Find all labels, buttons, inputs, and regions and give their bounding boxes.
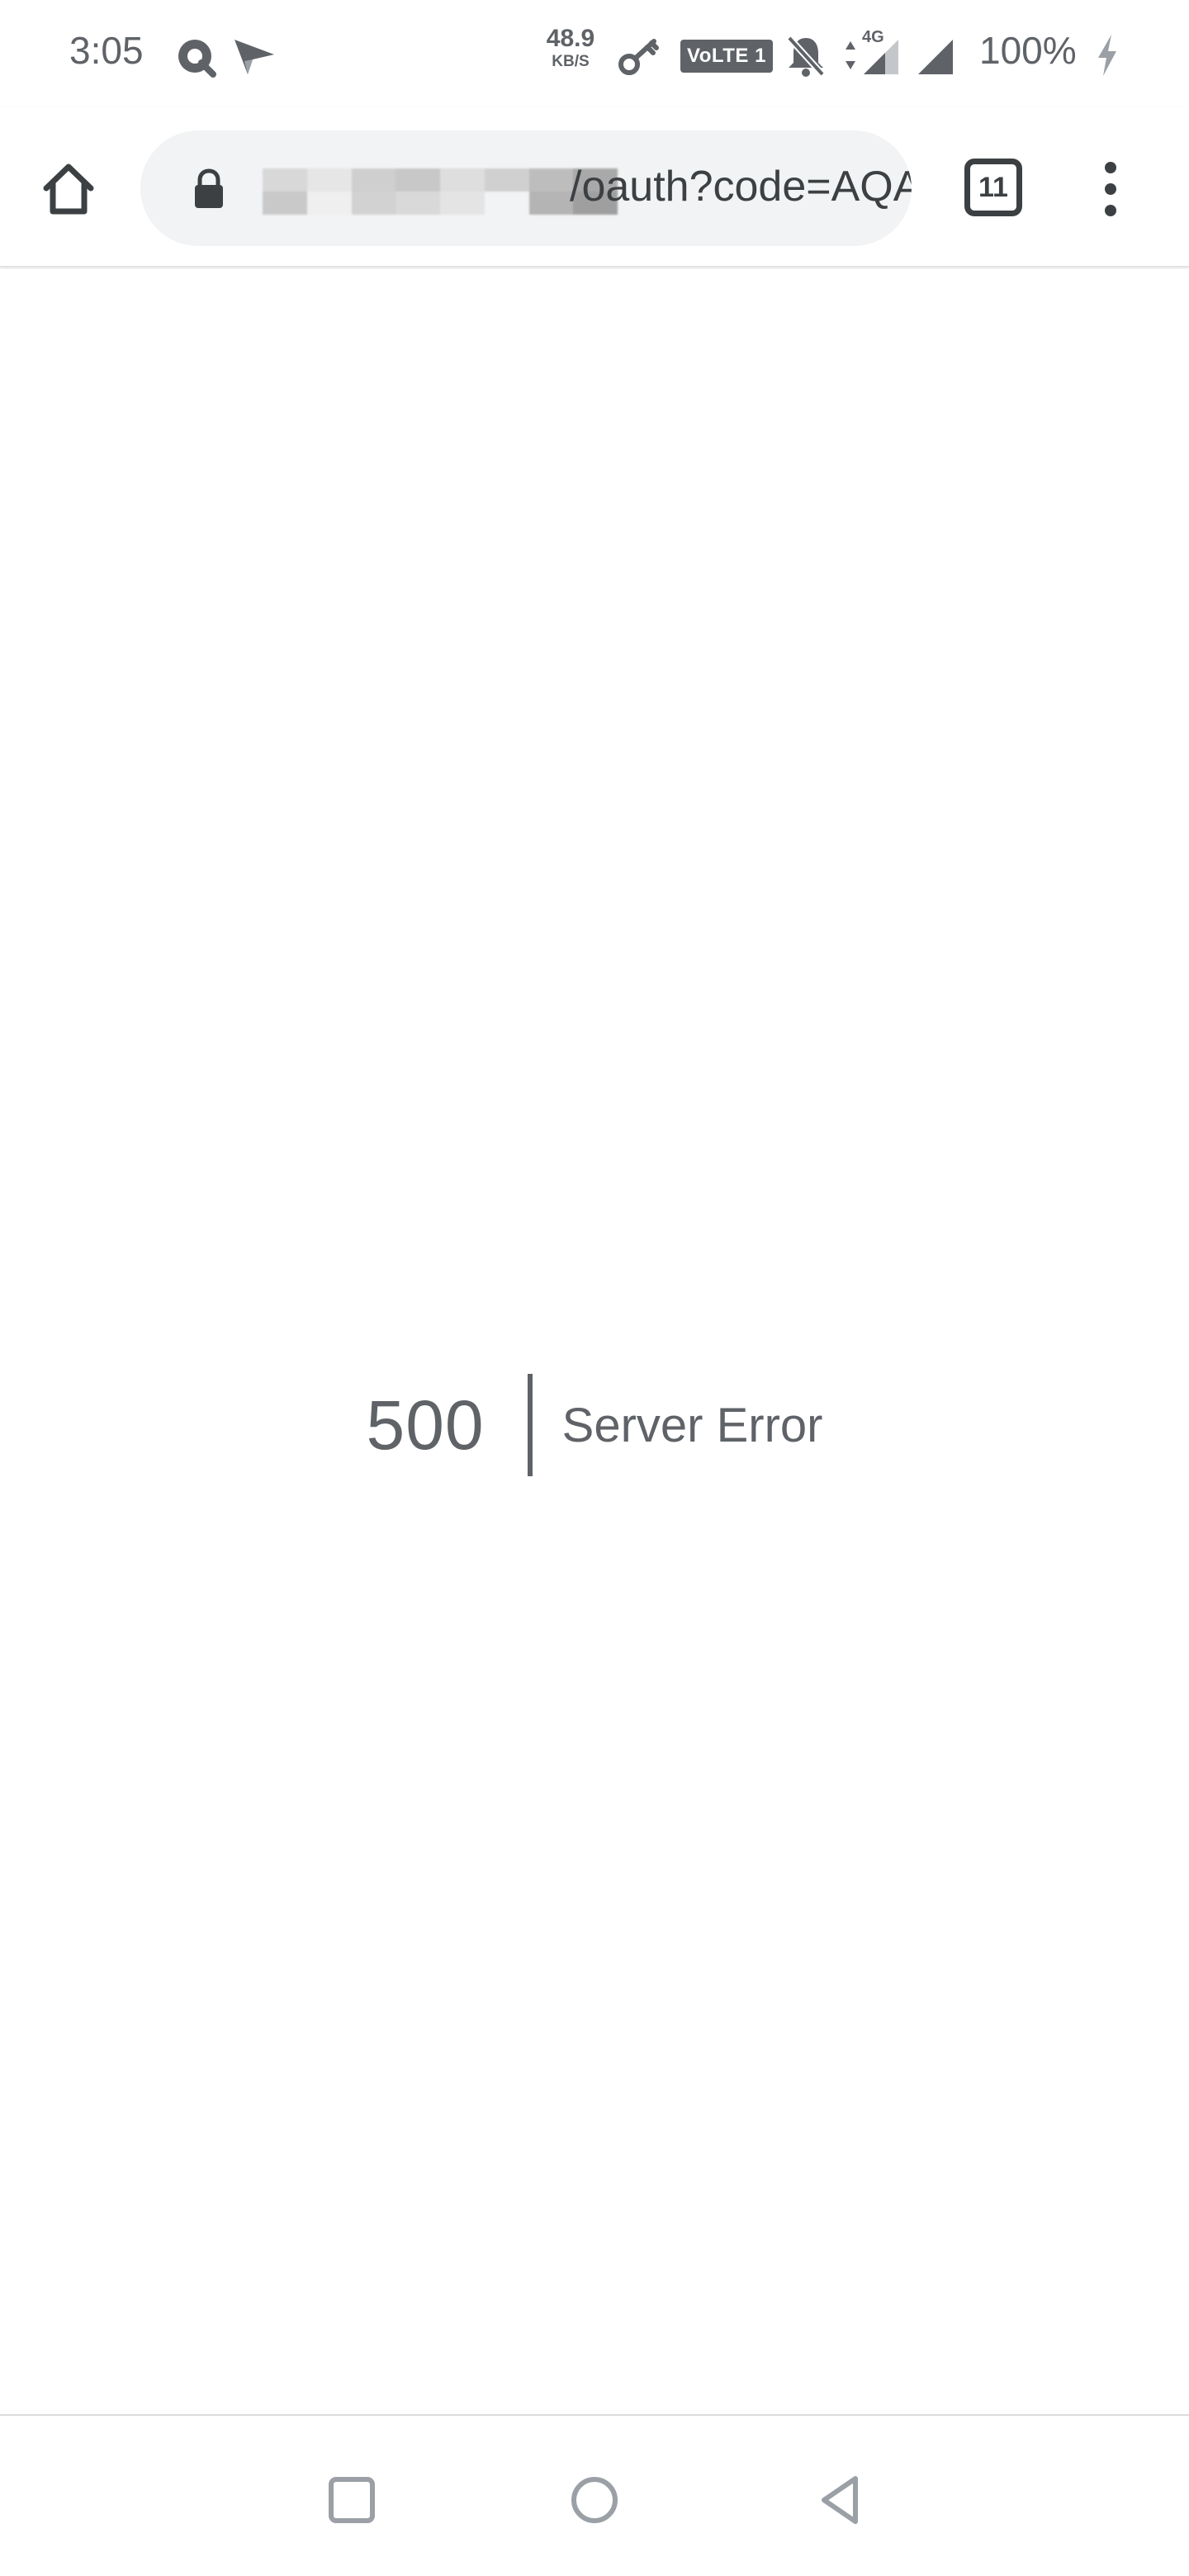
key-icon	[618, 39, 659, 75]
tab-count: 11	[978, 171, 1008, 203]
home-button[interactable]	[33, 154, 104, 225]
net-speed-value: 48.9	[546, 25, 595, 52]
data-arrows-icon	[846, 41, 855, 69]
recents-button[interactable]	[319, 2467, 385, 2533]
system-nav-bar	[0, 2414, 1189, 2576]
nav-home-button[interactable]	[561, 2467, 628, 2533]
tab-switcher-button[interactable]: 11	[964, 159, 1022, 216]
more-vert-icon[interactable]	[1090, 154, 1131, 225]
volte-badge: VoLTE 1	[680, 40, 773, 73]
send-icon	[234, 40, 274, 74]
signal-icon	[918, 40, 953, 74]
menu-dot	[1105, 183, 1116, 195]
menu-dot	[1105, 205, 1116, 216]
q-app-icon	[178, 40, 216, 78]
url-text: /oauth?code=AQAE	[570, 163, 912, 211]
charging-icon	[1098, 35, 1116, 76]
signal-icon	[864, 40, 898, 74]
back-button[interactable]	[809, 2467, 875, 2533]
address-bar[interactable]: /oauth?code=AQAE	[140, 130, 912, 246]
bell-off-icon	[787, 36, 825, 77]
home-icon	[43, 163, 94, 215]
back-triangle-icon	[822, 2476, 858, 2524]
recents-icon	[329, 2477, 375, 2523]
status-time: 3:05	[69, 29, 144, 72]
lock-icon	[195, 168, 223, 208]
menu-dot	[1105, 162, 1116, 173]
error-code: 500	[366, 1385, 485, 1464]
net-speed-unit: KB/S	[552, 53, 590, 70]
status-bar: 3:05 48.9 KB/S VoLTE 1 4G 100%	[0, 0, 1189, 107]
web-content: 500 Server Error	[0, 269, 1189, 2416]
browser-toolbar: /oauth?code=AQAE 11	[0, 107, 1189, 268]
url-redacted	[263, 168, 618, 215]
battery-percent: 100%	[979, 29, 1077, 72]
phone-screen: 3:05 48.9 KB/S VoLTE 1 4G 100% /oauth?co…	[0, 0, 1189, 2576]
home-circle-icon	[571, 2477, 618, 2523]
error-message: Server Error	[561, 1398, 823, 1452]
net-speed: 48.9 KB/S	[542, 25, 599, 70]
error-block: 500 Server Error	[0, 1374, 1189, 1476]
